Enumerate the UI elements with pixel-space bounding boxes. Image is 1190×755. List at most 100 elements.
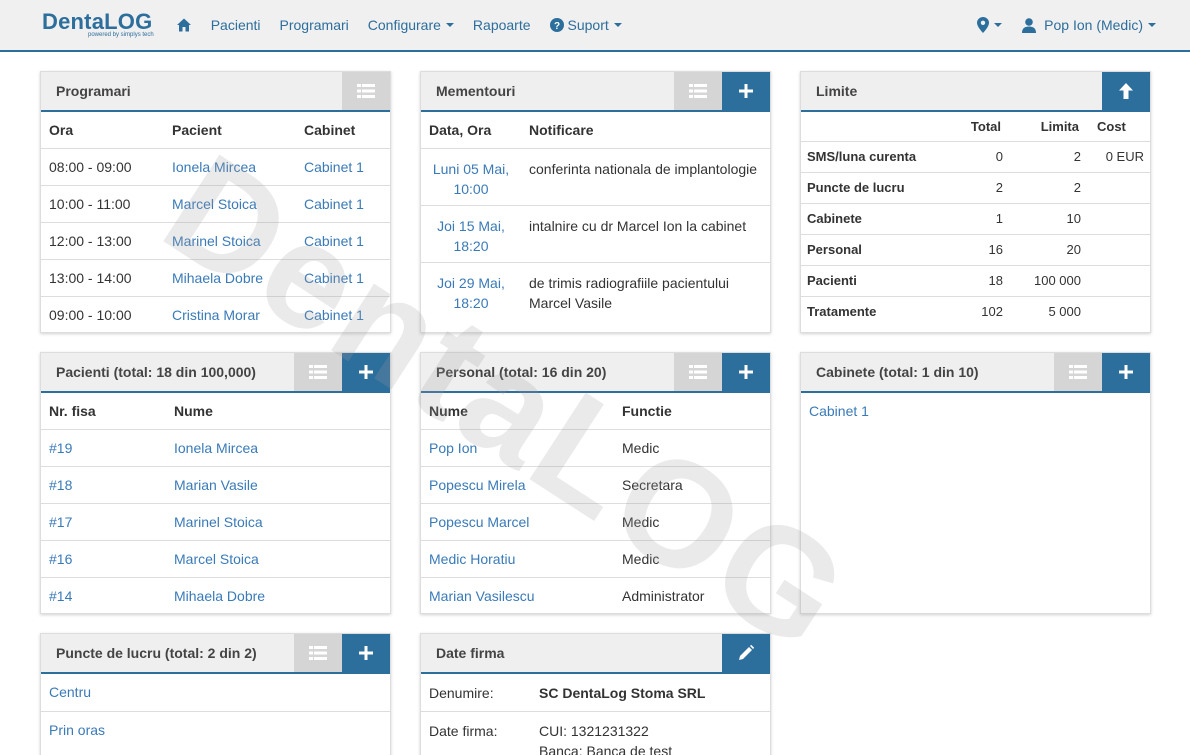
appointment-time: 12:00 - 13:00 (41, 222, 164, 260)
memento-note: conferinta nationala de implantologie (521, 148, 770, 206)
dentalog-logo[interactable]: DentaLOG powered by simplys tech (42, 9, 154, 38)
edit-firma-button[interactable] (722, 634, 770, 672)
staff-role: Medic (614, 503, 770, 541)
memento-date[interactable]: Joi 29 Mai, 18:20 (421, 262, 521, 319)
mementouri-panel: Mementouri Data, Ora Notificare Luni 05 … (420, 71, 771, 333)
nav-configurare[interactable]: Configurare (368, 17, 454, 33)
memento-date[interactable]: Joi 15 Mai, 18:20 (421, 205, 521, 263)
panel-title: Programari (56, 83, 131, 99)
mementouri-table: Data, Ora Notificare Luni 05 Mai, 10:00 co… (421, 112, 770, 319)
list-item: Prin oras (41, 711, 390, 748)
cabinet-link[interactable]: Cabinet 1 (809, 403, 869, 419)
cabinete-panel: Cabinete (total: 1 din 10) Cabinet 1 (800, 352, 1151, 614)
punct-link[interactable]: Prin oras (49, 722, 105, 738)
fisa-link[interactable]: #14 (49, 588, 72, 604)
panel-title: Mementouri (436, 83, 516, 99)
table-row: 09:00 - 10:00 Cristina Morar Cabinet 1 (41, 296, 390, 332)
patient-link[interactable]: Ionela Mircea (174, 440, 258, 456)
staff-link[interactable]: Popescu Mirela (429, 477, 526, 493)
table-row: Tratamente 102 5 000 (807, 304, 1081, 320)
cabinet-link[interactable]: Cabinet 1 (304, 307, 364, 323)
cabinet-link[interactable]: Cabinet 1 (304, 159, 364, 175)
chevron-down-icon (1148, 23, 1156, 27)
patient-link[interactable]: Marinel Stoica (174, 514, 263, 530)
fisa-link[interactable]: #19 (49, 440, 72, 456)
cabinet-link[interactable]: Cabinet 1 (304, 270, 364, 286)
patient-link[interactable]: Cristina Morar (172, 307, 260, 323)
logo-tagline: powered by simplys tech (88, 31, 154, 38)
list-button[interactable] (1054, 353, 1102, 391)
fisa-link[interactable]: #18 (49, 477, 72, 493)
table-row: 10:00 - 11:00 Marcel Stoica Cabinet 1 (41, 185, 390, 223)
logo-text-b: LOG (104, 8, 153, 34)
patient-link[interactable]: Marcel Stoica (174, 551, 259, 567)
limite-panel: Limite Total Limita Cost SMS/luna curent… (800, 71, 1151, 333)
patient-link[interactable]: Marcel Stoica (172, 196, 257, 212)
arrow-up-icon (1119, 83, 1133, 99)
location-menu[interactable] (977, 17, 1003, 33)
table-row: 13:00 - 14:00 Mihaela Dobre Cabinet 1 (41, 259, 390, 297)
staff-link[interactable]: Pop Ion (429, 440, 477, 456)
cabinet-link[interactable]: Cabinet 1 (304, 196, 364, 212)
add-personal-button[interactable] (722, 353, 770, 391)
firma-table: Denumire: SC DentaLog Stoma SRL Date fir… (421, 674, 770, 755)
programari-table: Ora Pacient Cabinet 08:00 - 09:00 Ionela … (41, 112, 390, 332)
add-punct-button[interactable] (342, 634, 390, 672)
panel-title: Puncte de lucru (total: 2 din 2) (56, 645, 257, 661)
table-row: Marian Vasilescu Administrator (421, 577, 770, 613)
list-button[interactable] (342, 72, 390, 110)
add-cabinet-button[interactable] (1102, 353, 1150, 391)
staff-role: Secretara (614, 466, 770, 504)
table-row: Joi 15 Mai, 18:20 intalnire cu dr Marcel I… (421, 205, 770, 263)
list-button[interactable] (674, 353, 722, 391)
nav-suport[interactable]: ? Suport (549, 17, 622, 33)
patient-link[interactable]: Ionela Mircea (172, 159, 256, 175)
list-icon (1069, 365, 1087, 379)
puncte-table: Centru Prin oras (41, 674, 390, 748)
programari-panel: Programari Ora Pacient Cabinet 08:00 - 0… (40, 71, 391, 333)
staff-link[interactable]: Medic Horatiu (429, 551, 515, 567)
home-icon (176, 18, 191, 32)
table-row: #14 Mihaela Dobre (41, 577, 390, 613)
list-button[interactable] (294, 353, 342, 391)
personal-table: Nume Functie Pop Ion Medic Popescu Mirela S… (421, 393, 770, 613)
user-menu[interactable]: Pop Ion (Medic) (1022, 17, 1156, 33)
svg-text:?: ? (553, 21, 559, 32)
puncte-panel: Puncte de lucru (total: 2 din 2) Centru … (40, 633, 391, 755)
patient-link[interactable]: Mihaela Dobre (172, 270, 263, 286)
staff-link[interactable]: Popescu Marcel (429, 514, 529, 530)
home-nav[interactable] (176, 17, 192, 33)
add-memento-button[interactable] (722, 72, 770, 110)
nav-rapoarte[interactable]: Rapoarte (473, 17, 531, 33)
banca-value: Banca: Banca de test (539, 742, 673, 755)
memento-date[interactable]: Luni 05 Mai, 10:00 (421, 148, 521, 206)
appointment-time: 10:00 - 11:00 (41, 185, 164, 223)
patient-link[interactable]: Mihaela Dobre (174, 588, 265, 604)
nav-pacienti[interactable]: Pacienti (211, 17, 261, 33)
pacienti-panel: Pacienti (total: 18 din 100,000) Nr. fis… (40, 352, 391, 614)
list-button[interactable] (674, 72, 722, 110)
pacienti-table: Nr. fisa Nume #19 Ionela Mircea #18 Marian … (41, 393, 390, 613)
fisa-link[interactable]: #16 (49, 551, 72, 567)
user-icon (1022, 17, 1037, 33)
cabinet-link[interactable]: Cabinet 1 (304, 233, 364, 249)
upgrade-button[interactable] (1102, 72, 1150, 110)
plus-icon (739, 365, 753, 379)
table-row: Pacienti 18 100 000 (801, 265, 1150, 297)
fisa-link[interactable]: #17 (49, 514, 72, 530)
nav-programari[interactable]: Programari (280, 17, 349, 33)
patient-link[interactable]: Marinel Stoica (172, 233, 261, 249)
appointment-time: 08:00 - 09:00 (41, 148, 164, 186)
add-pacient-button[interactable] (342, 353, 390, 391)
table-row: #18 Marian Vasile (41, 466, 390, 504)
staff-link[interactable]: Marian Vasilescu (429, 588, 535, 604)
limite-table: Total Limita Cost SMS/luna curenta 0 2 0 EU… (801, 112, 1150, 327)
list-icon (309, 365, 327, 379)
patient-link[interactable]: Marian Vasile (174, 477, 258, 493)
staff-role: Administrator (622, 587, 705, 604)
table-row: #19 Ionela Mircea (41, 429, 390, 467)
punct-link[interactable]: Centru (49, 684, 91, 700)
pencil-icon (739, 645, 754, 660)
list-button[interactable] (294, 634, 342, 672)
cui-value: CUI: 1321231322 (539, 722, 649, 739)
